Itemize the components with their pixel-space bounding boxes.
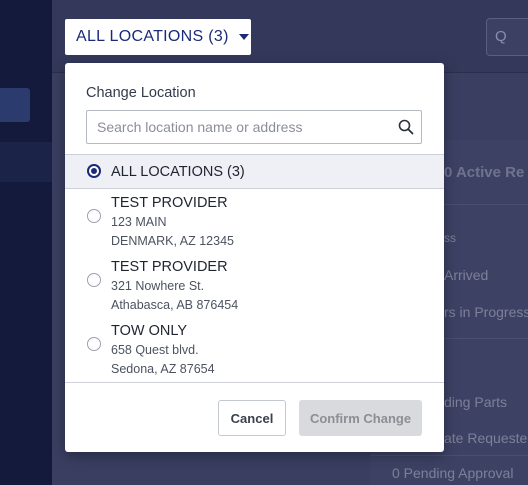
location-address-line2: DENMARK, AZ 12345	[111, 234, 234, 248]
stat-label: ss	[444, 231, 456, 245]
stat-label: 0 Pending Approval	[392, 465, 514, 481]
app-search-box[interactable]: Q	[486, 18, 528, 56]
location-option-label: ALL LOCATIONS (3)	[111, 164, 245, 180]
location-option[interactable]: TEST PROVIDER 123 MAIN DENMARK, AZ 12345	[65, 189, 444, 253]
location-selector-button[interactable]: ALL LOCATIONS (3)	[65, 19, 251, 55]
location-selector-label: ALL LOCATIONS (3)	[76, 28, 229, 45]
stat-label: ding Parts	[444, 394, 508, 410]
sidebar-nav-item[interactable]	[0, 88, 30, 122]
dropdown-title: Change Location	[86, 85, 196, 101]
location-name: TEST PROVIDER	[111, 259, 228, 275]
location-address-line2: Athabasca, AB 876454	[111, 298, 239, 312]
location-name: TOW ONLY	[111, 323, 187, 339]
change-location-dropdown: Change Location ALL LOCATIONS (3) TEST P…	[65, 63, 444, 452]
radio-icon[interactable]	[87, 273, 101, 287]
location-search-input[interactable]	[87, 112, 391, 142]
active-heading: 0 Active Re	[444, 164, 525, 181]
stat-label: ate Requeste	[444, 430, 528, 446]
stat-label: rs in Progress	[444, 304, 528, 320]
location-option[interactable]: TEST PROVIDER 321 Nowhere St. Athabasca,…	[65, 253, 444, 317]
sidebar-nav-row[interactable]	[0, 142, 52, 182]
caret-down-icon	[238, 34, 249, 40]
divider	[370, 455, 528, 456]
location-list: ALL LOCATIONS (3) TEST PROVIDER 123 MAIN…	[65, 154, 444, 381]
stat-label: Arrived	[444, 267, 489, 283]
location-search-box	[86, 110, 422, 144]
radio-icon[interactable]	[87, 209, 101, 223]
search-icon: Q	[495, 28, 507, 45]
app-sidebar	[0, 0, 52, 485]
location-address-line1: 321 Nowhere St.	[111, 279, 205, 293]
location-option-all[interactable]: ALL LOCATIONS (3)	[65, 155, 444, 189]
location-address-line2: Sedona, AZ 87654	[111, 362, 215, 376]
search-icon[interactable]	[391, 112, 421, 142]
location-address-line1: 658 Quest blvd.	[111, 343, 199, 357]
dropdown-footer: Cancel Confirm Change	[65, 382, 444, 453]
location-name: TEST PROVIDER	[111, 195, 228, 211]
location-address-line1: 123 MAIN	[111, 215, 167, 229]
location-option[interactable]: TOW ONLY 658 Quest blvd. Sedona, AZ 8765…	[65, 317, 444, 381]
radio-selected-icon[interactable]	[87, 164, 101, 178]
radio-icon[interactable]	[87, 337, 101, 351]
cancel-button[interactable]: Cancel	[218, 400, 286, 436]
confirm-change-button[interactable]: Confirm Change	[299, 400, 422, 436]
